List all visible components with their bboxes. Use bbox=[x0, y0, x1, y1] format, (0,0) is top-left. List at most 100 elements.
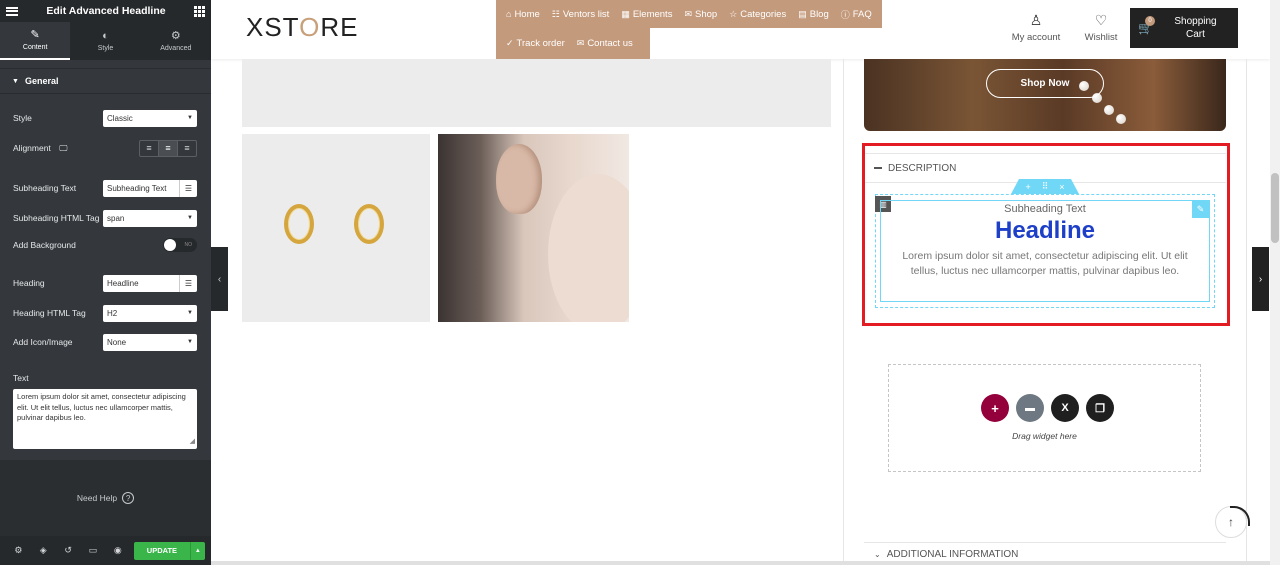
caret-down-icon: ▼ bbox=[12, 77, 19, 85]
chevron-right-icon: › bbox=[1258, 273, 1263, 285]
template-folder-icon[interactable]: ▬ bbox=[1016, 394, 1044, 422]
site-header: XSTORE ⌂ Home ☷ Ventors list ▦ Elements ✉ Sh… bbox=[211, 0, 1270, 59]
x-logo-icon[interactable]: X bbox=[1051, 394, 1079, 422]
style-select[interactable]: Classic ▼ bbox=[103, 109, 197, 127]
nav-row-secondary: ✓ Track order ✉ Contact us bbox=[496, 28, 650, 59]
chevron-down-icon: ▼ bbox=[187, 115, 193, 121]
home-icon: ⌂ bbox=[506, 9, 512, 19]
align-left-icon[interactable]: ≡ bbox=[140, 140, 159, 156]
pearl bbox=[1104, 105, 1114, 115]
alignment-buttons: ≡ ≡ ≡ bbox=[139, 139, 197, 157]
list-icon: ☷ bbox=[551, 8, 560, 19]
sidebar-divider-right bbox=[1246, 59, 1247, 565]
alignment-control: Alignment 🖵 ≡ ≡ ≡ bbox=[13, 139, 197, 157]
chevron-down-icon: ▼ bbox=[187, 339, 193, 345]
layers-icon[interactable]: ◈ bbox=[31, 545, 56, 556]
nav-item-home[interactable]: ⌂ Home bbox=[500, 9, 546, 20]
tab-style[interactable]: ◐ Style bbox=[70, 22, 140, 60]
heading-input[interactable]: Headline ☰ bbox=[103, 274, 197, 292]
next-arrow-button[interactable]: › bbox=[1252, 247, 1269, 311]
tab-content[interactable]: ✎ Content bbox=[0, 22, 71, 60]
dynamic-tags-icon[interactable]: ☰ bbox=[179, 179, 197, 197]
nav-item-track-order[interactable]: ✓ Track order bbox=[500, 38, 571, 49]
product-image-model-ear[interactable] bbox=[438, 134, 629, 322]
wishlist-link[interactable]: ♡ Wishlist bbox=[1079, 12, 1123, 43]
check-circle-icon: ✓ bbox=[506, 38, 514, 48]
desktop-icon[interactable]: 🖵 bbox=[59, 143, 67, 153]
dynamic-tags-icon[interactable]: ☰ bbox=[179, 274, 197, 292]
subheading-text-input[interactable]: Subheading Text ☰ bbox=[103, 179, 197, 197]
subheading-tag-control: Subheading HTML Tag span ▼ bbox=[13, 209, 197, 227]
nav-item-contact-us[interactable]: ✉ Contact us bbox=[571, 38, 639, 49]
site-logo[interactable]: XSTORE bbox=[246, 12, 358, 43]
align-right-icon[interactable]: ≡ bbox=[178, 141, 196, 156]
editor-panel: Edit Advanced Headline ✎ Content ◐ Style… bbox=[0, 0, 211, 565]
sidebar-divider bbox=[843, 59, 844, 565]
question-icon: ? bbox=[122, 492, 135, 504]
vertical-scrollbar[interactable] bbox=[1270, 0, 1280, 565]
nav-row-primary: ⌂ Home ☷ Ventors list ▦ Elements ✉ Shop ☆ Cat… bbox=[496, 0, 882, 28]
add-new-section-plus-icon[interactable]: + bbox=[981, 394, 1009, 422]
my-account-link[interactable]: ♙ My account bbox=[1011, 12, 1061, 43]
subheading-tag-select[interactable]: span ▼ bbox=[103, 209, 197, 227]
heading-tag-select[interactable]: H2 ▼ bbox=[103, 304, 197, 322]
resize-handle-icon[interactable]: ◢ bbox=[190, 437, 195, 448]
nav-item-categories[interactable]: ☆ Categories bbox=[723, 9, 792, 20]
responsive-icon[interactable]: ▭ bbox=[81, 545, 106, 556]
widgets-grid-icon[interactable] bbox=[194, 5, 205, 17]
arrow-up-icon: ↑ bbox=[1228, 515, 1234, 529]
pearl bbox=[1116, 114, 1126, 124]
text-label: Text bbox=[13, 373, 29, 383]
settings-icon[interactable]: ⚙ bbox=[6, 545, 31, 556]
add-icon-control: Add Icon/Image None ▼ bbox=[13, 333, 197, 351]
grid-icon: ▦ bbox=[621, 8, 630, 19]
text-textarea[interactable]: Lorem ipsum dolor sit amet, consectetur … bbox=[13, 389, 197, 449]
envelope-icon: ✉ bbox=[576, 38, 585, 48]
panel-title: Edit Advanced Headline bbox=[46, 5, 166, 17]
cart-count-badge: 0 bbox=[1145, 16, 1155, 26]
chevron-left-icon: ‹ bbox=[217, 273, 222, 285]
highlight-frame bbox=[862, 143, 1230, 326]
nav-item-elements[interactable]: ▦ Elements bbox=[615, 9, 678, 20]
pencil-icon: ✎ bbox=[30, 28, 40, 41]
heart-icon: ♡ bbox=[1094, 12, 1108, 28]
align-center-icon[interactable]: ≡ bbox=[159, 140, 178, 156]
scrollbar-thumb[interactable] bbox=[1271, 173, 1279, 243]
image-placeholder-banner bbox=[242, 59, 831, 127]
nav-item-ventors-list[interactable]: ☷ Ventors list bbox=[546, 9, 616, 20]
history-icon[interactable]: ↺ bbox=[56, 545, 81, 556]
copy-icon[interactable]: ❐ bbox=[1086, 394, 1114, 422]
nav-item-faq[interactable]: ⓘ FAQ bbox=[835, 8, 878, 21]
preview-eye-icon[interactable]: ◉ bbox=[105, 545, 130, 556]
tab-advanced[interactable]: ⚙ Advanced bbox=[141, 22, 211, 60]
scroll-to-top-button[interactable]: ↑ bbox=[1215, 506, 1250, 538]
chevron-down-icon: ▼ bbox=[187, 310, 193, 316]
horizontal-scrollbar[interactable] bbox=[211, 561, 1270, 565]
main-navigation: ⌂ Home ☷ Ventors list ▦ Elements ✉ Shop ☆ Cat… bbox=[496, 0, 882, 28]
question-icon: ⓘ bbox=[840, 9, 850, 20]
drop-zone[interactable]: + ▬ X ❐ Drag widget here bbox=[888, 364, 1201, 472]
update-button[interactable]: UPDATE bbox=[134, 541, 190, 560]
collapse-panel-button[interactable]: ‹ bbox=[211, 247, 228, 311]
product-image-earrings[interactable] bbox=[242, 134, 430, 322]
nav-item-shop[interactable]: ✉ Shop bbox=[678, 9, 723, 20]
ear-shape bbox=[496, 144, 542, 214]
add-icon-select[interactable]: None ▼ bbox=[103, 333, 197, 351]
need-help-link[interactable]: Need Help ? bbox=[0, 460, 211, 536]
update-options-icon[interactable]: ▲ bbox=[189, 541, 205, 560]
nav-item-blog[interactable]: ▤ Blog bbox=[792, 9, 835, 20]
panel-footer: ⚙ ◈ ↺ ▭ ◉ UPDATE ▲ bbox=[0, 536, 211, 565]
shop-now-button[interactable]: Shop Now bbox=[986, 69, 1104, 98]
panel-header: Edit Advanced Headline bbox=[0, 0, 211, 22]
style-control: Style Classic ▼ bbox=[13, 109, 197, 127]
chevron-down-icon: ⌄ bbox=[874, 549, 881, 559]
heading-tag-control: Heading HTML Tag H2 ▼ bbox=[13, 304, 197, 322]
subheading-text-control: Subheading Text Subheading Text ☰ bbox=[13, 179, 197, 197]
shopping-cart-button[interactable]: 🛒 0 Shopping Cart bbox=[1130, 8, 1238, 48]
cart-icon: 🛒 0 bbox=[1138, 16, 1155, 35]
add-background-control: Add Background NO bbox=[13, 236, 197, 254]
hamburger-menu-icon[interactable] bbox=[6, 6, 18, 16]
add-background-toggle[interactable]: NO bbox=[163, 238, 197, 252]
section-general-toggle[interactable]: ▼ General bbox=[0, 68, 211, 94]
hoop-earring-right bbox=[354, 204, 384, 244]
